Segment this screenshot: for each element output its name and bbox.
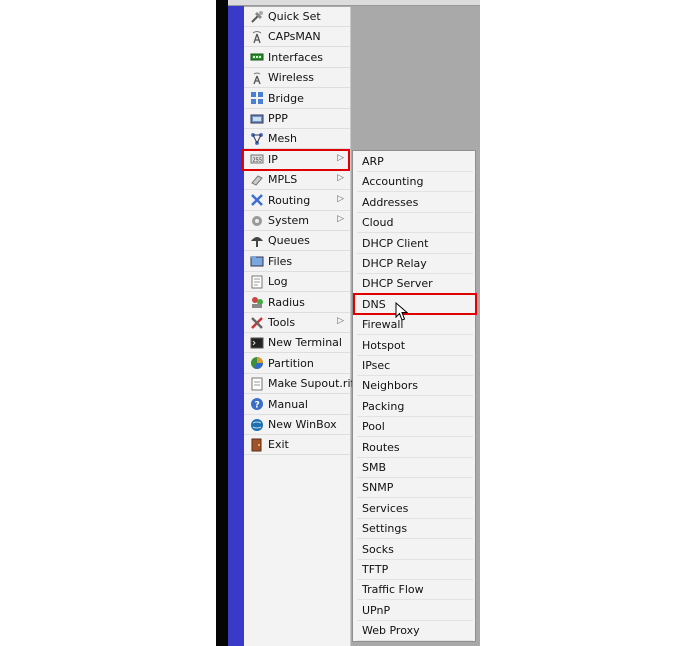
menu-item-label: Queues [268,234,310,248]
menu-item-label: Make Supout.rif [268,377,355,391]
menu-item-label: New Terminal [268,336,342,350]
mesh-icon [249,131,265,147]
menu-item-label: Bridge [268,91,304,105]
submenu-item-firewall[interactable]: Firewall [357,315,473,336]
menu-item-label: Manual [268,397,308,411]
routing-icon [249,192,265,208]
menu-item-radius[interactable]: Radius [244,293,350,313]
menu-item-label: Interfaces [268,50,323,64]
submenu-item-dhcp-client[interactable]: DHCP Client [357,234,473,254]
submenu-item-socks[interactable]: Socks [357,540,473,560]
window-top-edge [228,0,480,6]
menu-item-files[interactable]: Files [244,252,350,272]
submenu-item-tftp[interactable]: TFTP [357,560,473,580]
menu-item-new-winbox[interactable]: New WinBox [244,415,350,435]
submenu-arrow-icon: ▷ [337,193,344,204]
ip-highlight-box [241,149,350,171]
winbox-sidebar-strip [228,0,244,646]
log-icon [249,274,265,290]
menu-item-label: PPP [268,112,288,125]
menu-item-quick-set[interactable]: Quick Set [244,7,350,27]
submenu-item-dhcp-server[interactable]: DHCP Server [357,274,473,295]
system-icon [249,213,265,229]
queues-icon [249,233,265,249]
dns-highlight-box [353,293,477,315]
menu-item-make-supout-rif[interactable]: Make Supout.rif [244,374,354,395]
menu-item-ppp[interactable]: PPP [244,109,350,129]
submenu-item-dhcp-relay[interactable]: DHCP Relay [357,254,473,274]
submenu-item-upnp[interactable]: UPnP [357,601,473,621]
supout-icon [249,376,265,392]
menu-item-label: Tools [268,316,296,329]
quick-set-icon [249,9,265,25]
mpls-icon [249,172,265,188]
submenu-item-addresses[interactable]: Addresses [357,193,473,213]
submenu-item-pool[interactable]: Pool [357,417,473,438]
submenu-item-neighbors[interactable]: Neighbors [357,376,473,397]
capsman-icon [249,29,265,45]
submenu-item-cloud[interactable]: Cloud [357,213,473,234]
wireless-icon [249,70,265,86]
partition-icon [249,355,265,371]
submenu-item-routes[interactable]: Routes [357,438,473,458]
menu-item-tools[interactable]: Tools ▷ [244,313,350,333]
radius-icon [249,294,265,310]
manual-icon: ? [249,396,265,412]
menu-item-system[interactable]: System ▷ [244,211,350,231]
submenu-item-ipsec[interactable]: IPsec [357,356,473,376]
menu-item-label: Quick Set [268,10,321,23]
menu-item-queues[interactable]: Queues [244,231,350,252]
menu-item-log[interactable]: Log [244,272,350,293]
files-icon [249,253,265,269]
submenu-item-services[interactable]: Services [357,499,473,519]
menu-item-label: New WinBox [268,418,337,431]
menu-item-label: CAPsMAN [268,30,321,44]
bridge-icon [249,90,265,106]
menu-item-label: Partition [268,356,314,370]
menu-item-partition[interactable]: Partition [244,354,350,374]
submenu-item-accounting[interactable]: Accounting [357,172,473,193]
menu-item-label: MPLS [268,173,298,187]
menu-item-label: Radius [268,295,305,309]
tools-icon [249,315,265,331]
menu-item-routing[interactable]: Routing ▷ [244,191,350,211]
submenu-arrow-icon: ▷ [337,173,344,184]
mouse-pointer-icon [395,302,409,321]
menu-item-bridge[interactable]: Bridge [244,89,350,109]
ppp-icon [249,111,265,127]
menu-item-label: Files [268,254,293,268]
left-black-border [216,0,228,646]
submenu-item-settings[interactable]: Settings [357,519,473,540]
exit-icon [249,437,265,453]
winbox-icon [249,417,265,433]
submenu-item-smb[interactable]: SMB [357,458,473,478]
submenu-item-snmp[interactable]: SNMP [357,478,473,499]
submenu-item-web-proxy[interactable]: Web Proxy [357,621,473,642]
menu-item-capsman[interactable]: CAPsMAN [244,27,350,48]
menu-item-label: Exit [268,438,289,452]
menu-item-new-terminal[interactable]: New Terminal [244,333,350,354]
menu-item-interfaces[interactable]: Interfaces [244,48,350,68]
submenu-arrow-icon: ▷ [337,316,344,326]
submenu-item-packing[interactable]: Packing [357,397,473,417]
menu-item-mpls[interactable]: MPLS ▷ [244,170,350,191]
submenu-item-traffic-flow[interactable]: Traffic Flow [357,580,473,601]
main-menu: Quick Set CAPsMAN Interfaces Wireless Bridge… [244,7,354,646]
menu-item-label: Mesh [268,132,297,146]
menu-item-exit[interactable]: Exit [244,435,350,456]
submenu-item-arp[interactable]: ARP [357,152,473,172]
menu-item-label: Routing [268,193,311,207]
ip-submenu: ARP Accounting Addresses Cloud DHCP Client DH… [352,150,476,642]
interfaces-icon [249,49,265,65]
menu-item-label: Wireless [268,71,315,85]
submenu-item-hotspot[interactable]: Hotspot [357,336,473,356]
menu-item-wireless[interactable]: Wireless [244,68,350,89]
menu-item-mesh[interactable]: Mesh [244,129,350,150]
svg-text:?: ? [255,401,260,411]
menu-item-manual[interactable]: ? Manual [244,395,350,415]
menu-item-label: System [268,214,310,227]
terminal-icon [249,335,265,351]
menu-item-label: Log [268,275,288,289]
submenu-arrow-icon: ▷ [337,214,344,224]
